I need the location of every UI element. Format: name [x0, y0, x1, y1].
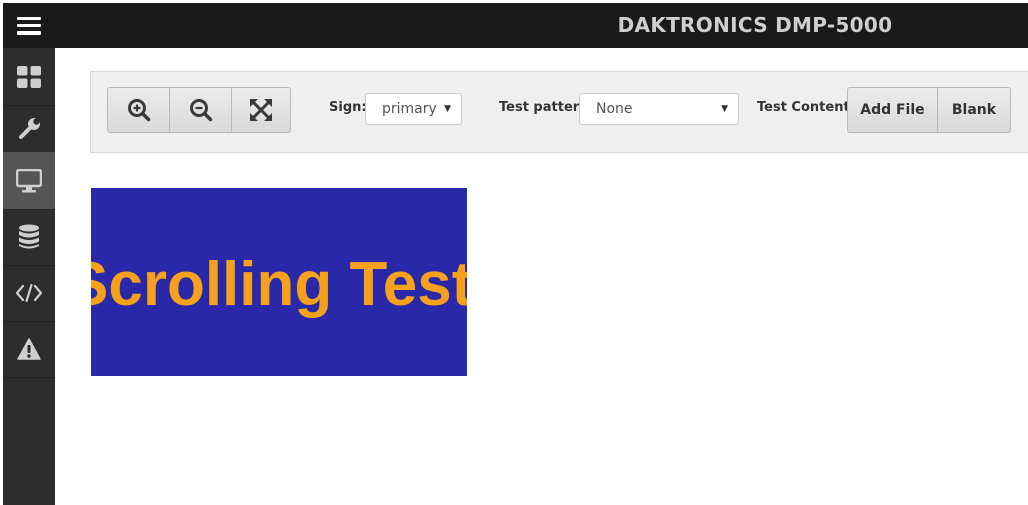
zoom-button-group [107, 87, 291, 133]
test-content-button-group: Add File Blank [847, 87, 1011, 133]
sidebar-item-dashboard[interactable] [3, 48, 55, 106]
test-pattern-select-value: None [596, 101, 633, 117]
dashboard-grid-icon [17, 65, 41, 88]
test-content-label: Test Content [757, 100, 850, 115]
app-title: DAKTRONICS DMP-5000 [617, 13, 893, 37]
zoom-out-button[interactable] [170, 88, 232, 132]
zoom-in-icon [127, 99, 150, 122]
zoom-in-button[interactable] [108, 88, 170, 132]
chevron-down-icon: ▼ [721, 104, 728, 114]
database-icon [19, 224, 39, 248]
sidebar-item-warnings[interactable] [3, 320, 55, 378]
sign-label: Sign: [329, 100, 367, 115]
preview-scrolling-text: Scrolling Test [91, 250, 467, 319]
sidebar-item-database[interactable] [3, 208, 55, 266]
zoom-out-icon [189, 99, 212, 122]
wrench-icon [19, 117, 40, 139]
chevron-down-icon: ▼ [444, 104, 451, 114]
sidebar-item-code[interactable] [3, 264, 55, 322]
blank-button[interactable]: Blank [938, 88, 1010, 132]
expand-icon [250, 99, 272, 121]
sidebar-item-display[interactable] [3, 152, 55, 210]
sign-select-value: primary [382, 101, 437, 117]
sign-preview: Scrolling Test [91, 188, 467, 376]
sidebar [3, 48, 55, 505]
warning-icon [17, 337, 41, 360]
code-icon [15, 283, 43, 302]
fit-to-screen-button[interactable] [232, 88, 290, 132]
hamburger-menu-icon[interactable] [3, 3, 55, 48]
test-pattern-label: Test pattern [499, 100, 589, 115]
sidebar-item-settings[interactable] [3, 100, 55, 158]
add-file-button[interactable]: Add File [848, 88, 938, 132]
monitor-icon [16, 168, 42, 192]
test-pattern-select[interactable]: None ▼ [579, 93, 739, 125]
sign-select[interactable]: primary ▼ [365, 93, 462, 125]
